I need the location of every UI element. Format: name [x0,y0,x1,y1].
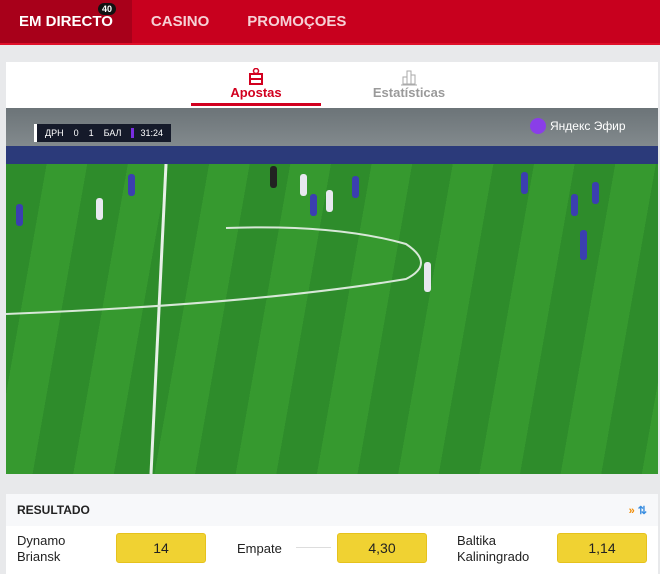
broadcaster-logo-icon [530,118,546,134]
trend-icon[interactable]: » [629,505,635,517]
live-video-player[interactable]: ДРН 0 1 БАЛ 31:24 Яндекс Эфир [6,108,658,474]
tab-label: Estatísticas [372,85,446,100]
outcomes-row: Dynamo Briansk 14 Empate 4,30 Baltika Ka… [6,526,658,574]
result-market: RESULTADO » ⇅ Dynamo Briansk 14 Empate 4… [6,494,658,574]
outcome-label-draw: Empate [237,541,282,556]
nav-promocoes[interactable]: PROMOÇOES [228,0,365,43]
watermark-text: Яндекс Эфир [550,119,626,133]
tab-estatisticas[interactable]: Estatísticas [344,62,474,106]
nav-label: PROMOÇOES [247,13,347,30]
nav-em-directo[interactable]: EM DIRECTO 40 [0,0,132,43]
live-count-badge: 40 [98,3,117,15]
odd-button-draw[interactable]: 4,30 [337,533,427,563]
home-score: 0 [73,128,79,138]
tab-label: Apostas [230,85,282,100]
nav-label: CASINO [150,13,210,30]
home-abbr: ДРН [45,128,64,138]
market-icons: » ⇅ [629,504,647,517]
ticket-icon [191,62,321,85]
away-abbr: БАЛ [103,128,122,138]
bar-chart-icon [344,62,474,86]
broadcaster-watermark: Яндекс Эфир [530,118,626,134]
odd-button-away[interactable]: 1,14 [557,533,647,563]
divider [296,547,331,548]
tab-apostas[interactable]: Apostas [191,62,321,106]
match-clock: 31:24 [131,128,163,138]
outcome-label-home: Dynamo Briansk [17,533,66,564]
outcome-label-away: Baltika Kaliningrado [457,533,530,564]
pitch [6,164,658,474]
swap-icon[interactable]: ⇅ [638,505,647,517]
ad-boards [6,146,658,164]
nav-casino[interactable]: CASINO [132,0,228,43]
odd-button-home[interactable]: 14 [116,533,206,563]
market-title: RESULTADO [17,503,90,517]
away-score: 1 [88,128,94,138]
view-tabs: Apostas Estatísticas [6,62,658,108]
nav-label: EM DIRECTO [19,13,113,30]
top-nav: EM DIRECTO 40 CASINO PROMOÇOES [0,0,660,45]
scoreboard: ДРН 0 1 БАЛ 31:24 [34,124,171,142]
